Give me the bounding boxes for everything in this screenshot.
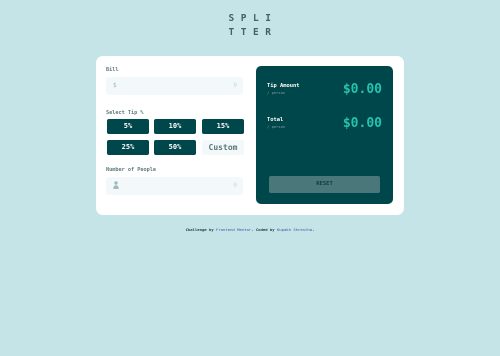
footer-suffix: . (312, 227, 315, 232)
people-value: 0 (233, 182, 237, 189)
people-input[interactable]: 0 (106, 177, 243, 195)
footer-middle: . Coded by (251, 227, 277, 232)
tip-label: Select Tip % (106, 110, 144, 116)
bill-value: 0 (233, 82, 237, 89)
dollar-icon: $ (113, 82, 117, 89)
tip-amount-value: $0.00 (342, 82, 382, 97)
app-logo: SPLI TTER (0, 12, 500, 40)
results-panel: Tip Amount / person $0.00 Total / person… (256, 66, 393, 204)
footer-prefix: Challenge by (185, 227, 217, 232)
person-icon (113, 181, 119, 189)
frontend-mentor-link[interactable]: Frontend Mentor (216, 227, 251, 232)
author-link[interactable]: Kupakh Shrestha (277, 227, 312, 232)
bill-input[interactable]: $ 0 (106, 77, 243, 95)
people-label: Number of People (106, 167, 156, 173)
bill-label: Bill (106, 67, 119, 73)
tip-custom-input[interactable]: Custom (202, 140, 244, 155)
tip-amount-label: Tip Amount (267, 83, 300, 89)
logo-line-2: TTER (228, 27, 278, 38)
tip-button-5[interactable]: 5% (107, 119, 149, 134)
tip-button-10[interactable]: 10% (154, 119, 196, 134)
reset-button[interactable]: RESET (269, 176, 380, 193)
total-per-person: / person (267, 124, 286, 129)
total-value: $0.00 (342, 116, 382, 131)
tip-button-50[interactable]: 50% (154, 140, 196, 155)
tip-button-15[interactable]: 15% (202, 119, 244, 134)
tip-button-25[interactable]: 25% (107, 140, 149, 155)
tip-amount-per-person: / person (267, 90, 286, 95)
attribution-footer: Challenge by Frontend Mentor. Coded by K… (0, 227, 500, 232)
total-label: Total (267, 117, 284, 123)
logo-line-1: SPLI (228, 13, 278, 24)
